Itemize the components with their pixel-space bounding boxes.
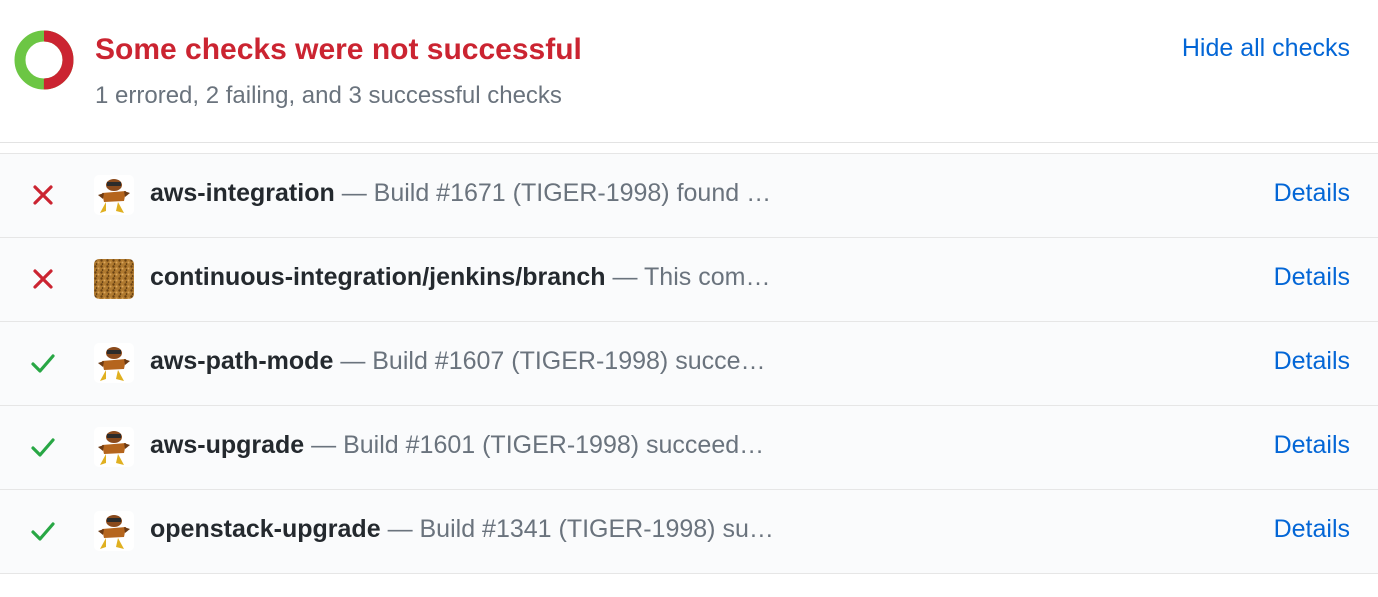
check-name: aws-integration [150, 179, 335, 207]
checks-subtitle: 1 errored, 2 failing, and 3 successful c… [95, 82, 562, 109]
check-description: — Build #1671 (TIGER-1998) found … [341, 179, 772, 207]
check-name: aws-upgrade [150, 431, 305, 459]
check-row: aws-integration — Build #1671 (TIGER-199… [0, 154, 1378, 238]
details-link[interactable]: Details [1274, 179, 1350, 208]
check-row: aws-upgrade — Build #1601 (TIGER-1998) s… [0, 406, 1378, 490]
status-donut-icon [14, 30, 74, 90]
jenkins-avatar [94, 259, 134, 299]
check-name: openstack-upgrade [150, 515, 381, 543]
robot-avatar [94, 175, 134, 215]
robot-avatar [94, 511, 134, 551]
check-description: — Build #1607 (TIGER-1998) succe… [340, 347, 766, 375]
details-link[interactable]: Details [1274, 515, 1350, 544]
robot-avatar [94, 427, 134, 467]
close-icon [33, 269, 53, 289]
check-icon [31, 354, 55, 373]
check-row: continuous-integration/jenkins/branch — … [0, 238, 1378, 322]
checks-title: Some checks were not successful [95, 33, 582, 66]
close-icon [33, 185, 53, 205]
check-name: aws-path-mode [150, 347, 334, 375]
check-row: aws-path-mode — Build #1607 (TIGER-1998)… [0, 322, 1378, 406]
check-icon [31, 522, 55, 541]
check-description: — Build #1601 (TIGER-1998) succeed… [311, 431, 765, 459]
details-link[interactable]: Details [1274, 347, 1350, 376]
check-description: — This com… [612, 263, 771, 291]
bottom-spacer [0, 574, 1378, 597]
check-icon [31, 438, 55, 457]
check-description: — Build #1341 (TIGER-1998) su… [387, 515, 774, 543]
robot-avatar [94, 343, 134, 383]
checks-list: aws-integration — Build #1671 (TIGER-199… [0, 154, 1378, 574]
checks-summary-header: Some checks were not successful 1 errore… [0, 0, 1378, 143]
details-link[interactable]: Details [1274, 263, 1350, 292]
check-row: openstack-upgrade — Build #1341 (TIGER-1… [0, 490, 1378, 574]
check-name: continuous-integration/jenkins/branch [150, 263, 606, 291]
section-divider [0, 143, 1378, 154]
hide-all-checks-link[interactable]: Hide all checks [1182, 34, 1350, 63]
details-link[interactable]: Details [1274, 431, 1350, 460]
